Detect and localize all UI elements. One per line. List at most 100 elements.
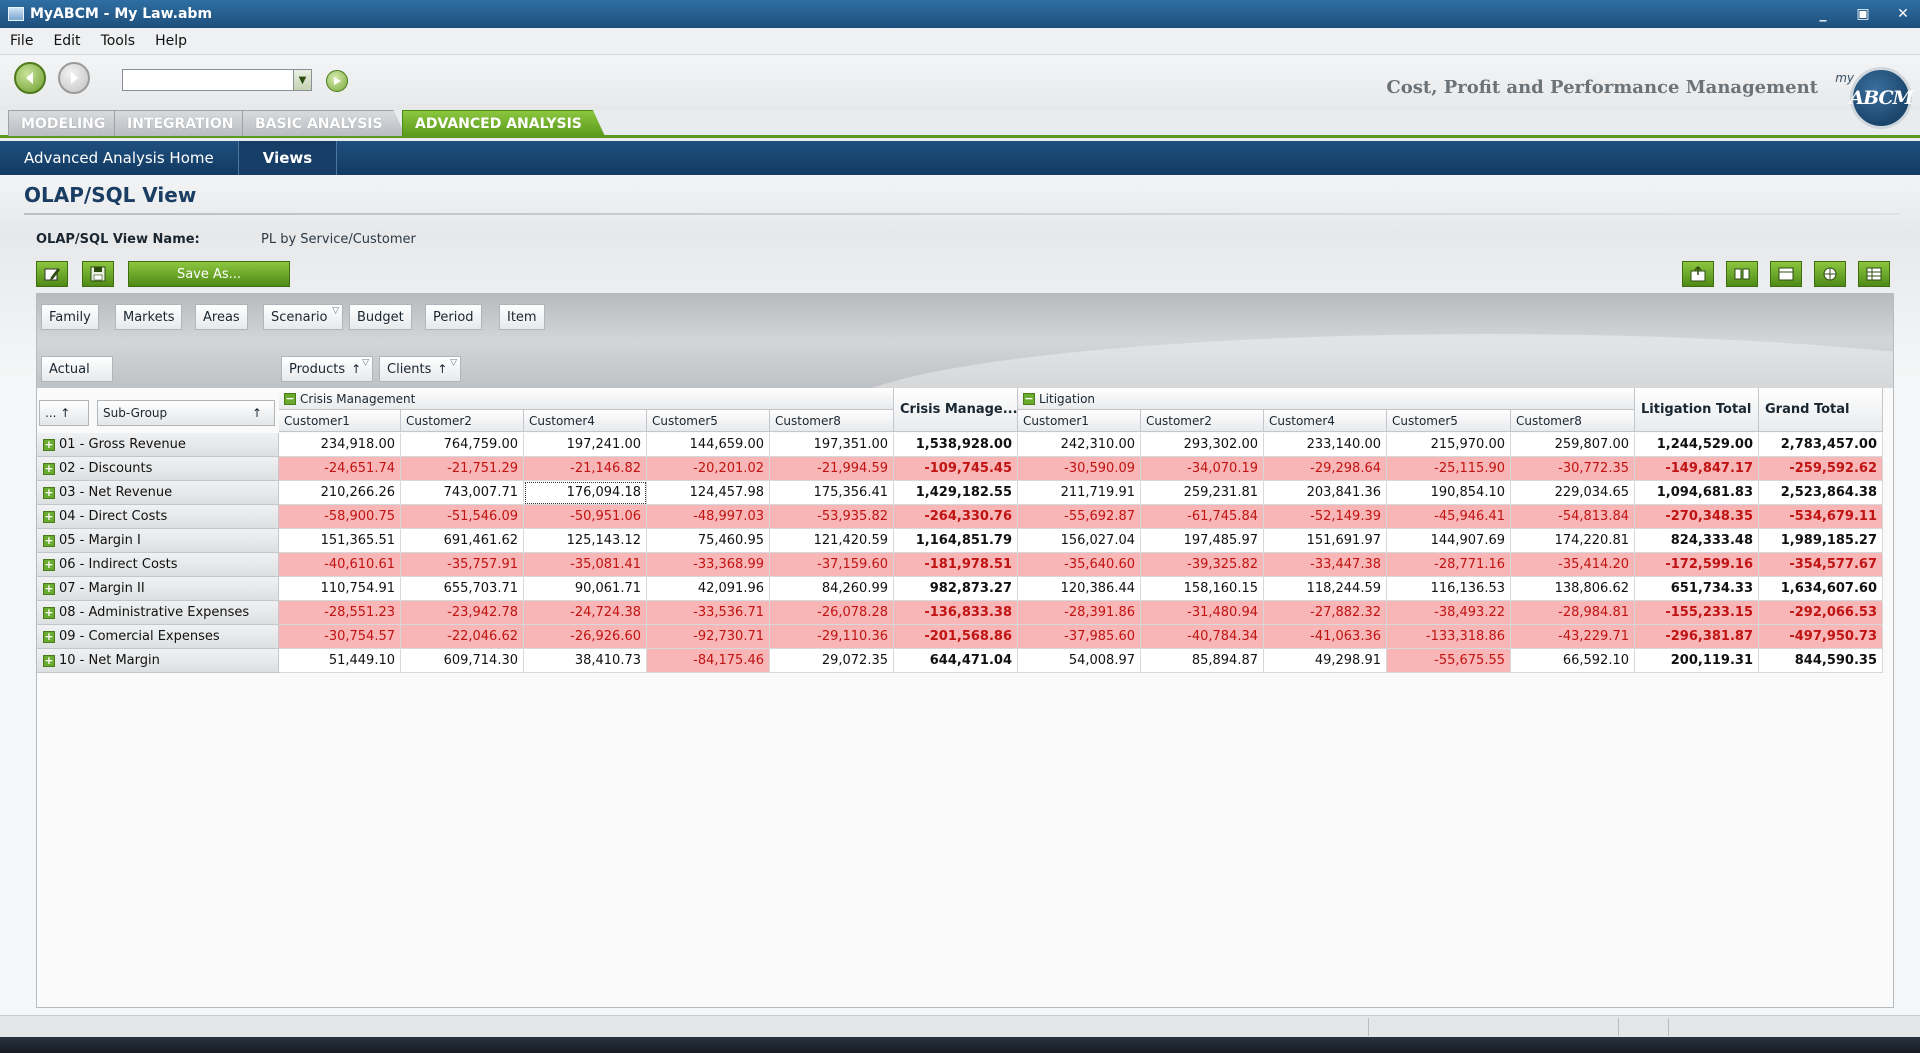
data-cell[interactable]: 655,703.71: [401, 577, 524, 601]
tab-advanced-analysis[interactable]: ADVANCED ANALYSIS: [402, 110, 605, 136]
total-cell[interactable]: 844,590.35: [1759, 649, 1883, 673]
data-cell[interactable]: 743,007.71: [401, 481, 524, 505]
grand-total-header[interactable]: Grand Total: [1759, 388, 1883, 432]
subnav-advanced-analysis-home[interactable]: Advanced Analysis Home: [0, 141, 239, 175]
data-cell[interactable]: -52,149.39: [1264, 505, 1387, 529]
expand-icon[interactable]: +: [43, 558, 55, 571]
total-cell[interactable]: -155,233.15: [1635, 601, 1759, 625]
column-header[interactable]: Customer5: [1387, 410, 1511, 432]
subgroup-field-button[interactable]: Sub-Group ↑: [97, 400, 275, 426]
total-cell[interactable]: -296,381.87: [1635, 625, 1759, 649]
total-cell[interactable]: -109,745.45: [894, 457, 1018, 481]
row-header[interactable]: +02 - Discounts: [37, 457, 279, 481]
data-cell[interactable]: 151,691.97: [1264, 529, 1387, 553]
row-header[interactable]: +07 - Margin II: [37, 577, 279, 601]
row-header[interactable]: +09 - Comercial Expenses: [37, 625, 279, 649]
data-cell[interactable]: 229,034.65: [1511, 481, 1635, 505]
data-cell[interactable]: -84,175.46: [647, 649, 770, 673]
data-cell[interactable]: -35,414.20: [1511, 553, 1635, 577]
forward-button[interactable]: [58, 62, 90, 94]
chevron-down-icon[interactable]: ▼: [293, 70, 311, 90]
save-button[interactable]: [82, 261, 114, 287]
data-cell[interactable]: 75,460.95: [647, 529, 770, 553]
data-cell[interactable]: 42,091.96: [647, 577, 770, 601]
total-cell[interactable]: 1,429,182.55: [894, 481, 1018, 505]
group-total-header[interactable]: Litigation Total: [1635, 388, 1759, 432]
data-cell[interactable]: 259,231.81: [1141, 481, 1264, 505]
data-cell[interactable]: 29,072.35: [770, 649, 894, 673]
data-cell[interactable]: 125,143.12: [524, 529, 647, 553]
data-cell[interactable]: -48,997.03: [647, 505, 770, 529]
data-cell[interactable]: 609,714.30: [401, 649, 524, 673]
data-cell[interactable]: 51,449.10: [279, 649, 401, 673]
row-header[interactable]: +01 - Gross Revenue: [37, 433, 279, 457]
column-header[interactable]: Customer1: [1018, 410, 1141, 432]
data-cell[interactable]: -39,325.82: [1141, 553, 1264, 577]
data-cell[interactable]: -24,724.38: [524, 601, 647, 625]
view-name-value[interactable]: PL by Service/Customer: [261, 232, 416, 247]
data-cell[interactable]: 49,298.91: [1264, 649, 1387, 673]
total-cell[interactable]: 1,244,529.00: [1635, 433, 1759, 457]
data-cell[interactable]: -43,229.71: [1511, 625, 1635, 649]
expand-icon[interactable]: +: [43, 510, 55, 523]
total-cell[interactable]: -149,847.17: [1635, 457, 1759, 481]
data-cell[interactable]: -34,070.19: [1141, 457, 1264, 481]
data-cell[interactable]: -38,493.22: [1387, 601, 1511, 625]
data-cell[interactable]: -33,368.99: [647, 553, 770, 577]
row-header[interactable]: +05 - Margin I: [37, 529, 279, 553]
row-header[interactable]: +08 - Administrative Expenses: [37, 601, 279, 625]
menu-help[interactable]: Help: [155, 33, 187, 49]
menu-edit[interactable]: Edit: [53, 33, 80, 49]
collapse-icon[interactable]: −: [1023, 392, 1035, 405]
total-cell[interactable]: -201,568.86: [894, 625, 1018, 649]
data-cell[interactable]: -37,159.60: [770, 553, 894, 577]
collapse-icon[interactable]: −: [284, 392, 296, 405]
minimize-button[interactable]: _: [1814, 6, 1832, 22]
data-cell[interactable]: 175,356.41: [770, 481, 894, 505]
total-cell[interactable]: 1,989,185.27: [1759, 529, 1883, 553]
data-cell[interactable]: -21,146.82: [524, 457, 647, 481]
data-cell[interactable]: -31,480.94: [1141, 601, 1264, 625]
data-cell[interactable]: 293,302.00: [1141, 433, 1264, 457]
data-cell[interactable]: -28,771.16: [1387, 553, 1511, 577]
data-cell[interactable]: -92,730.71: [647, 625, 770, 649]
data-cell[interactable]: -54,813.84: [1511, 505, 1635, 529]
group-header[interactable]: − Crisis Management: [279, 388, 894, 410]
data-cell[interactable]: -21,994.59: [770, 457, 894, 481]
sort-up-icon[interactable]: ↑: [437, 362, 447, 376]
data-cell[interactable]: 259,807.00: [1511, 433, 1635, 457]
group-header[interactable]: − Litigation: [1018, 388, 1635, 410]
data-cell[interactable]: -55,675.55: [1387, 649, 1511, 673]
total-cell[interactable]: 651,734.33: [1635, 577, 1759, 601]
data-cell[interactable]: -37,985.60: [1018, 625, 1141, 649]
column-header[interactable]: Customer2: [1141, 410, 1264, 432]
data-cell[interactable]: 197,485.97: [1141, 529, 1264, 553]
expand-icon[interactable]: +: [43, 654, 55, 667]
column-header[interactable]: Customer5: [647, 410, 770, 432]
total-cell[interactable]: 1,634,607.60: [1759, 577, 1883, 601]
total-cell[interactable]: -264,330.76: [894, 505, 1018, 529]
row-header[interactable]: +03 - Net Revenue: [37, 481, 279, 505]
filter-icon[interactable]: ▽: [332, 306, 339, 316]
data-cell[interactable]: 158,160.15: [1141, 577, 1264, 601]
field-period[interactable]: Period: [425, 304, 482, 330]
data-cell[interactable]: 116,136.53: [1387, 577, 1511, 601]
data-cell[interactable]: -53,935.82: [770, 505, 894, 529]
data-cell[interactable]: 210,266.26: [279, 481, 401, 505]
data-cell[interactable]: 234,918.00: [279, 433, 401, 457]
data-cell[interactable]: -35,081.41: [524, 553, 647, 577]
column-header[interactable]: Customer1: [279, 410, 401, 432]
data-cell[interactable]: -30,590.09: [1018, 457, 1141, 481]
data-cell[interactable]: 176,094.18: [524, 481, 647, 505]
data-cell[interactable]: -50,951.06: [524, 505, 647, 529]
data-cell[interactable]: -26,926.60: [524, 625, 647, 649]
total-cell[interactable]: 982,873.27: [894, 577, 1018, 601]
data-cell[interactable]: -28,551.23: [279, 601, 401, 625]
total-cell[interactable]: 1,094,681.83: [1635, 481, 1759, 505]
data-cell[interactable]: -27,882.32: [1264, 601, 1387, 625]
go-button[interactable]: [326, 70, 348, 92]
total-cell[interactable]: 644,471.04: [894, 649, 1018, 673]
total-cell[interactable]: 824,333.48: [1635, 529, 1759, 553]
data-cell[interactable]: 121,420.59: [770, 529, 894, 553]
expand-icon[interactable]: +: [43, 582, 55, 595]
